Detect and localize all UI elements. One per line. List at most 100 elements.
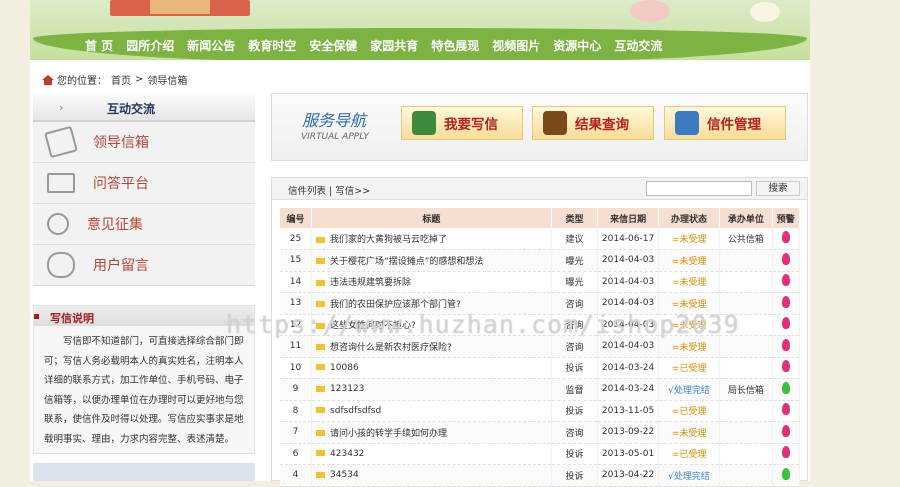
letter-title-link[interactable]: 423432 bbox=[330, 449, 364, 459]
warning-pin-icon bbox=[781, 424, 790, 437]
table-row[interactable]: 25 我们家的大黄狗被马云吃掉了 建议 2014-06-17 =未受理 公共信箱 bbox=[280, 228, 801, 250]
sidebar-item-1[interactable]: 问答平台 bbox=[33, 163, 255, 204]
cell-unit bbox=[719, 421, 773, 444]
cell-id: 13 bbox=[280, 292, 313, 315]
letter-title-link[interactable]: 我们家的大黄狗被马云吃掉了 bbox=[330, 235, 447, 245]
cell-status: =已受理 bbox=[658, 443, 721, 465]
cell-unit bbox=[719, 443, 773, 465]
nav-item-5[interactable]: 家园共育 bbox=[370, 37, 418, 54]
cell-status: =未受理 bbox=[658, 271, 721, 293]
nav-item-7[interactable]: 视频图片 bbox=[492, 37, 540, 54]
warning-pin-icon bbox=[781, 403, 790, 416]
cell-date: 2014-04-03 bbox=[597, 314, 660, 336]
letter-title-link[interactable]: 这些女性何时不担心? bbox=[330, 321, 416, 331]
cell-type: 建议 bbox=[551, 228, 599, 250]
cell-unit bbox=[719, 314, 773, 336]
cell-title[interactable]: 123123 bbox=[311, 378, 552, 401]
breadcrumb-home[interactable]: 首页 bbox=[111, 72, 131, 87]
table-row[interactable]: 13 我们的农田保护应该那个部门管? 咨询 2014-04-03 =未受理 bbox=[280, 292, 801, 315]
letter-title-link[interactable]: 违法违规建筑要拆除 bbox=[330, 278, 411, 288]
table-row[interactable]: 11 想咨询什么是新农村医疗保险? 咨询 2014-04-03 =未受理 bbox=[280, 335, 801, 358]
search-input[interactable] bbox=[646, 181, 752, 196]
cell-title[interactable]: 违法违规建筑要拆除 bbox=[311, 271, 552, 293]
table-row[interactable]: 15 关于樱花广场“摆设摊点”的感想和想法 曝光 2014-04-03 =未受理 bbox=[280, 249, 801, 272]
service-button-label: 我要写信 bbox=[444, 117, 498, 133]
column-header: 来信日期 bbox=[597, 208, 660, 228]
cell-status: =未受理 bbox=[658, 292, 721, 315]
warning-pin-icon bbox=[781, 467, 790, 480]
letter-title-link[interactable]: 10086 bbox=[330, 363, 359, 373]
cell-unit bbox=[719, 357, 773, 379]
cell-title[interactable]: 关于樱花广场“摆设摊点”的感想和想法 bbox=[311, 249, 552, 272]
sidebar-item-label: 问答平台 bbox=[93, 176, 149, 192]
nav-item-3[interactable]: 教育时空 bbox=[248, 37, 296, 54]
cell-title[interactable]: 10086 bbox=[311, 357, 552, 379]
cell-id: 9 bbox=[280, 378, 313, 401]
letter-title-link[interactable]: 123123 bbox=[330, 384, 364, 394]
cell-unit bbox=[719, 400, 773, 422]
letter-title-link[interactable]: 想咨询什么是新农村医疗保险? bbox=[330, 343, 452, 353]
envelope-icon bbox=[316, 407, 326, 414]
cell-status: =已受理 bbox=[658, 357, 721, 379]
cell-title[interactable]: 我们家的大黄狗被马云吃掉了 bbox=[311, 228, 552, 250]
nav-item-8[interactable]: 资源中心 bbox=[553, 37, 601, 54]
warning-pin-icon bbox=[781, 317, 790, 330]
cell-title[interactable]: 我们的农田保护应该那个部门管? bbox=[311, 292, 552, 315]
cell-title[interactable]: 34534 bbox=[311, 464, 552, 487]
cell-id: 11 bbox=[280, 335, 313, 358]
cell-title[interactable]: 请问小孩的转学手续如何办理 bbox=[311, 421, 552, 444]
letter-title-link[interactable]: 我们的农田保护应该那个部门管? bbox=[330, 300, 461, 310]
magnifier-icon bbox=[47, 252, 75, 278]
column-header: 标题 bbox=[311, 208, 552, 228]
letter-title-link[interactable]: 关于樱花广场“摆设摊点”的感想和想法 bbox=[330, 257, 483, 267]
table-row[interactable]: 12 这些女性何时不担心? 咨询 2014-04-03 =未受理 bbox=[280, 314, 801, 336]
service-button-label: 结果查询 bbox=[575, 117, 629, 133]
sidebar-arrow-icon: › bbox=[59, 101, 64, 114]
table-row[interactable]: 14 违法违规建筑要拆除 曝光 2014-04-03 =未受理 bbox=[280, 271, 801, 293]
cell-warning bbox=[772, 314, 801, 336]
sidebar-item-3[interactable]: 用户留言 bbox=[33, 245, 255, 286]
sidebar-item-0[interactable]: 领导信箱 bbox=[33, 122, 255, 163]
search-button[interactable]: 搜索 bbox=[756, 181, 800, 196]
sidebar-item-2[interactable]: 意见征集 bbox=[33, 204, 255, 245]
cell-title[interactable]: 这些女性何时不担心? bbox=[311, 314, 552, 336]
table-row[interactable]: 7 请问小孩的转学手续如何办理 咨询 2013-09-22 =未受理 bbox=[280, 421, 801, 444]
column-header: 承办单位 bbox=[719, 208, 773, 228]
service-button-1[interactable]: 结果查询 bbox=[532, 106, 654, 140]
letter-title-link[interactable]: sdfsdfsdfsd bbox=[330, 406, 381, 416]
table-row[interactable]: 8 sdfsdfsdfsd 投诉 2013-11-05 =已受理 bbox=[280, 400, 801, 422]
cell-title[interactable]: 想咨询什么是新农村医疗保险? bbox=[311, 335, 552, 358]
cell-date: 2014-04-03 bbox=[597, 271, 660, 293]
cell-id: 6 bbox=[280, 443, 313, 465]
nav-item-9[interactable]: 互动交流 bbox=[614, 37, 662, 54]
service-button-0[interactable]: 我要写信 bbox=[401, 106, 523, 140]
nav-item-4[interactable]: 安全保健 bbox=[309, 37, 357, 54]
warning-pin-icon bbox=[781, 360, 790, 373]
cell-status: =未受理 bbox=[658, 228, 721, 250]
nav-item-6[interactable]: 特色展现 bbox=[431, 37, 479, 54]
letter-list-tabs[interactable]: 信件列表 | 写信>> bbox=[288, 183, 370, 197]
letter-list-panel: 信件列表 | 写信>> 搜索 编号 标题 类型 来信日期 办理状态 承办单位 预警 25 我们… bbox=[271, 177, 808, 487]
nav-item-1[interactable]: 园所介绍 bbox=[126, 37, 174, 54]
service-button-label: 信件管理 bbox=[707, 117, 761, 133]
letter-table: 编号 标题 类型 来信日期 办理状态 承办单位 预警 25 我们家的大黄狗被马云吃掉了 建议 20… bbox=[280, 208, 801, 487]
nav-item-0[interactable]: 首 页 bbox=[85, 37, 113, 54]
cell-title[interactable]: sdfsdfsdfsd bbox=[311, 400, 552, 422]
nav-item-2[interactable]: 新闻公告 bbox=[187, 37, 235, 54]
table-row[interactable]: 6 423432 投诉 2013-05-01 =已受理 bbox=[280, 443, 801, 465]
table-row[interactable]: 10 10086 投诉 2014-03-24 =已受理 bbox=[280, 357, 801, 379]
table-row[interactable]: 4 34534 投诉 2013-04-22 √处理完结 bbox=[280, 464, 801, 487]
table-row[interactable]: 9 123123 监督 2014-03-24 √处理完结 局长信箱 bbox=[280, 378, 801, 401]
service-title: 服务导航 bbox=[302, 111, 367, 130]
cell-title[interactable]: 423432 bbox=[311, 443, 552, 465]
envelope-icon bbox=[316, 364, 326, 371]
service-button-2[interactable]: 信件管理 bbox=[664, 106, 786, 140]
letter-title-link[interactable]: 请问小孩的转学手续如何办理 bbox=[330, 429, 447, 439]
cell-unit bbox=[719, 464, 773, 487]
cell-warning bbox=[772, 335, 801, 358]
cell-date: 2014-03-24 bbox=[597, 357, 660, 379]
cell-type: 投诉 bbox=[551, 443, 599, 465]
cell-unit bbox=[719, 292, 773, 315]
letter-title-link[interactable]: 34534 bbox=[330, 470, 359, 480]
envelope-icon bbox=[316, 236, 326, 243]
